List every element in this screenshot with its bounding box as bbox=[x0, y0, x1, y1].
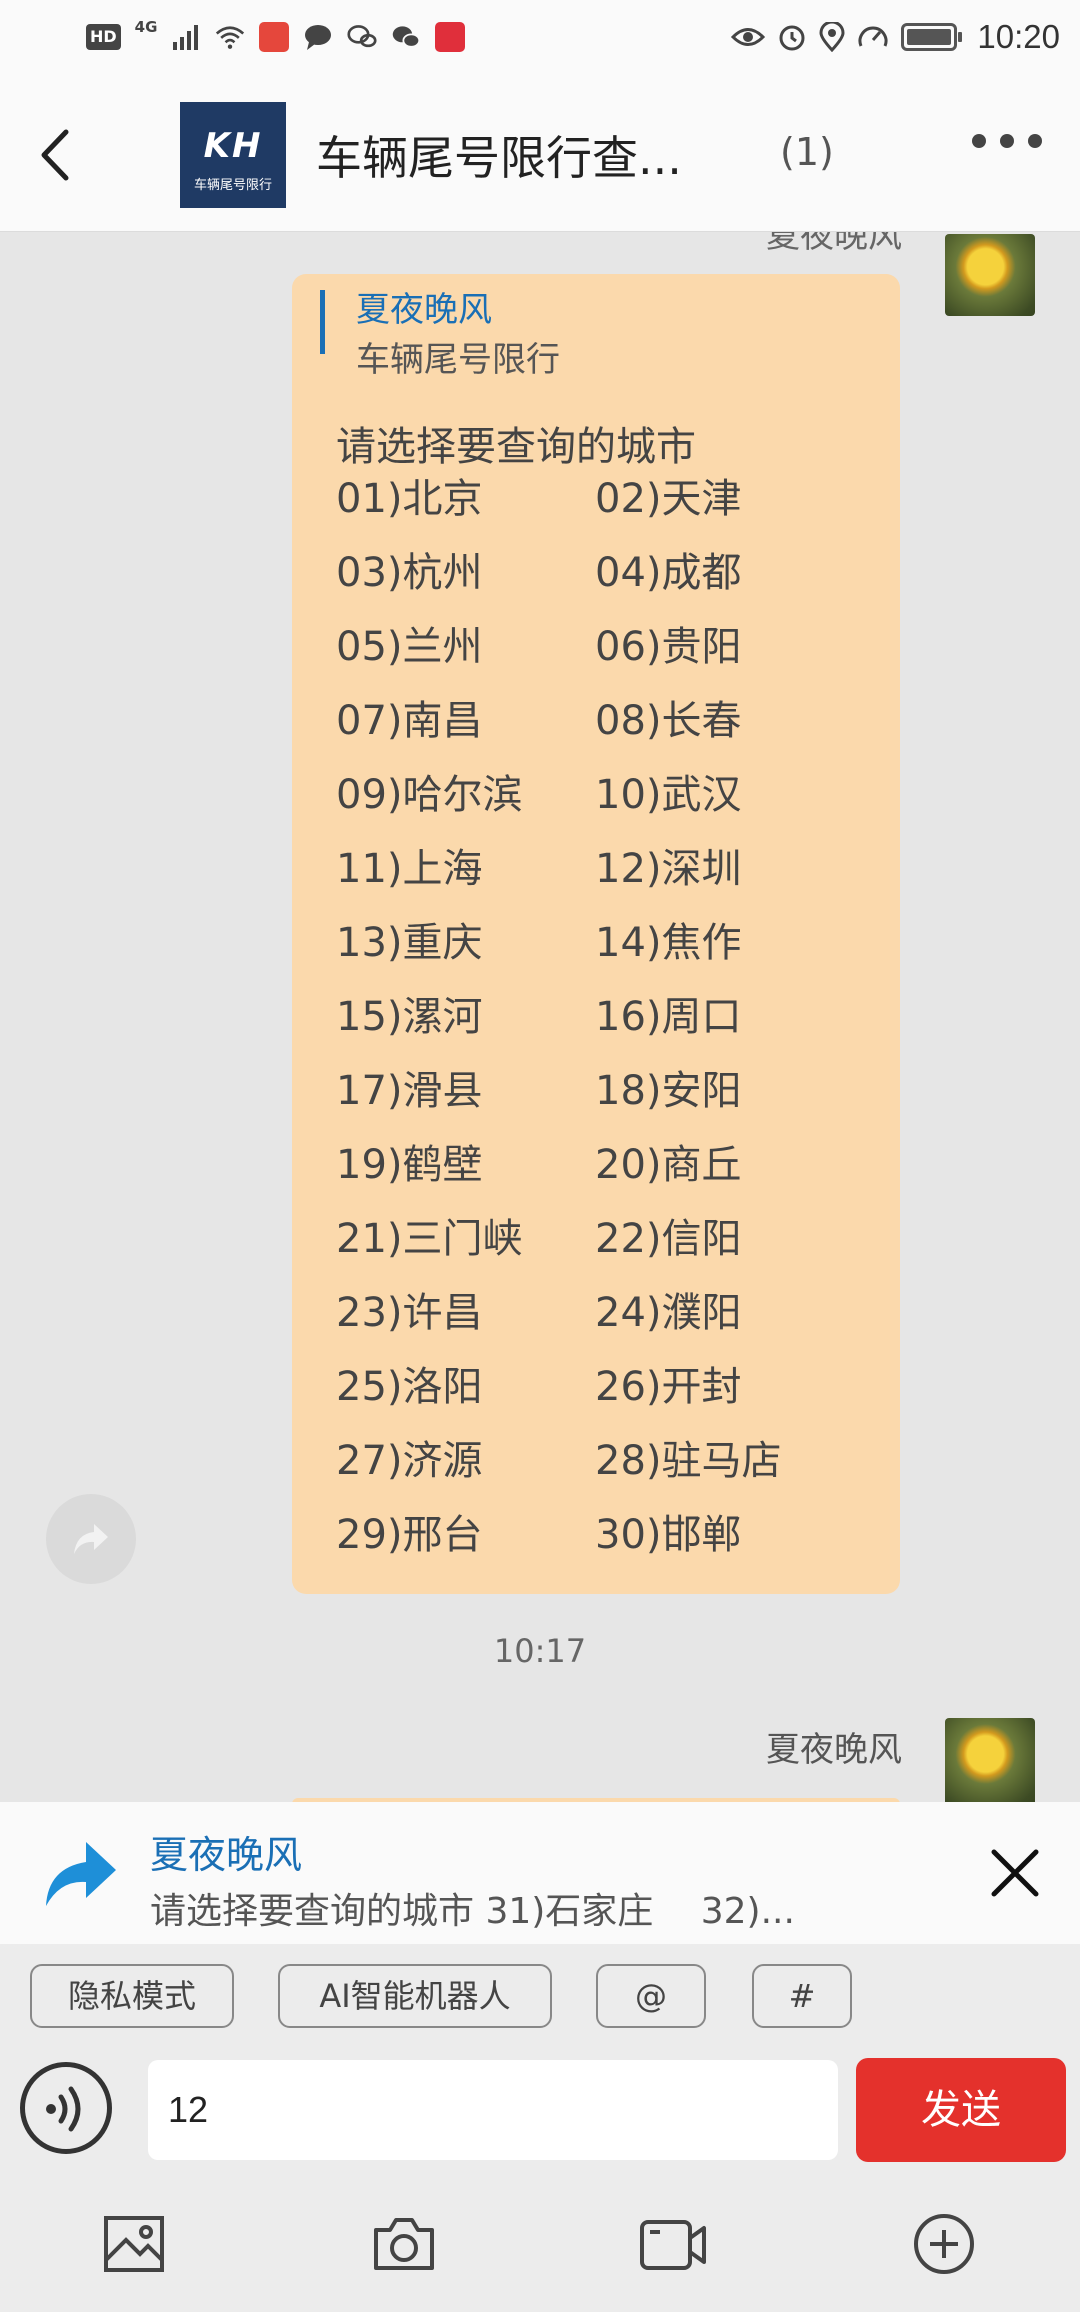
city-item: 26)开封 bbox=[595, 1364, 742, 1410]
city-item: 11)上海 bbox=[336, 846, 483, 892]
eye-icon bbox=[731, 28, 766, 46]
message-timestamp: 10:17 bbox=[493, 1632, 587, 1670]
battery-icon bbox=[901, 23, 963, 51]
chip-privacy-mode[interactable]: 隐私模式 bbox=[30, 1964, 234, 2028]
signal-icon bbox=[173, 25, 199, 50]
back-arrow-icon[interactable] bbox=[22, 120, 92, 190]
city-item: 20)商丘 bbox=[595, 1142, 742, 1188]
city-item: 02)天津 bbox=[595, 476, 742, 522]
camera-icon[interactable] bbox=[368, 2208, 440, 2280]
city-item: 13)重庆 bbox=[336, 920, 483, 966]
input-row: 发送 bbox=[0, 2044, 1080, 2180]
close-icon[interactable] bbox=[988, 1846, 1042, 1900]
avatar[interactable] bbox=[945, 1718, 1035, 1802]
city-item: 18)安阳 bbox=[595, 1068, 742, 1114]
quote-text: 车辆尾号限行 bbox=[356, 340, 560, 380]
city-list: 01)北京 02)天津 03)杭州 04)成都 05)兰州 06)贵阳 07)南… bbox=[336, 462, 876, 1572]
city-item: 14)焦作 bbox=[595, 920, 742, 966]
chip-topic[interactable]: # bbox=[752, 1964, 852, 2028]
app-notification-icon bbox=[259, 22, 290, 52]
city-item: 06)贵阳 bbox=[595, 624, 742, 670]
reply-arrow-icon bbox=[46, 1842, 116, 1906]
city-item: 15)漯河 bbox=[336, 994, 483, 1040]
sender-name: 夏夜晚风 bbox=[766, 1730, 902, 1770]
city-item: 17)滑县 bbox=[336, 1068, 483, 1114]
city-item: 21)三门峡 bbox=[336, 1216, 523, 1262]
avatar[interactable] bbox=[945, 234, 1035, 316]
message-input[interactable] bbox=[148, 2060, 838, 2160]
chat-bubbles-icon bbox=[347, 25, 377, 48]
bottom-toolbar bbox=[0, 2180, 1080, 2312]
quote-name: 夏夜晚风 bbox=[356, 290, 492, 330]
quote-bar bbox=[320, 290, 353, 354]
image-icon[interactable] bbox=[98, 2208, 170, 2280]
city-item: 10)武汉 bbox=[595, 772, 742, 818]
city-item: 24)濮阳 bbox=[595, 1290, 742, 1336]
chip-mention[interactable]: @ bbox=[596, 1964, 706, 2028]
status-right-icons: 10:20 bbox=[731, 18, 1060, 56]
chip-ai-robot[interactable]: AI智能机器人 bbox=[278, 1964, 552, 2028]
city-item: 25)洛阳 bbox=[336, 1364, 483, 1410]
sender-name-cut: 夏夜晚风 bbox=[766, 232, 902, 256]
group-logo[interactable]: KH 车辆尾号限行 bbox=[180, 102, 286, 208]
logo-mark: KH bbox=[203, 126, 263, 166]
more-dots-icon[interactable] bbox=[972, 134, 1042, 148]
city-item: 19)鹤壁 bbox=[336, 1142, 483, 1188]
share-icon[interactable] bbox=[46, 1494, 136, 1584]
plus-icon[interactable] bbox=[908, 2208, 980, 2280]
voice-icon[interactable] bbox=[20, 2062, 112, 2154]
status-time: 10:20 bbox=[977, 18, 1060, 55]
reply-preview: 夏夜晚风 请选择要查询的城市 31)石家庄 32)... bbox=[0, 1802, 1080, 1944]
wifi-icon bbox=[216, 26, 245, 49]
reply-sender-name: 夏夜晚风 bbox=[150, 1833, 303, 1877]
city-item: 12)深圳 bbox=[595, 846, 742, 892]
city-item: 01)北京 bbox=[336, 476, 483, 522]
message-bubble-icon bbox=[305, 25, 332, 50]
city-item: 29)邢台 bbox=[336, 1512, 483, 1558]
city-item: 28)驻马店 bbox=[595, 1438, 782, 1484]
city-item: 23)许昌 bbox=[336, 1290, 483, 1336]
city-item: 22)信阳 bbox=[595, 1216, 742, 1262]
city-item: 03)杭州 bbox=[336, 550, 483, 596]
video-icon[interactable] bbox=[636, 2208, 708, 2280]
location-icon bbox=[819, 22, 845, 52]
status-bar: HD 4G 10:20 bbox=[0, 0, 1080, 80]
hd-badge: HD bbox=[86, 24, 121, 50]
city-item: 09)哈尔滨 bbox=[336, 772, 523, 818]
city-item: 07)南昌 bbox=[336, 698, 483, 744]
city-item: 08)长春 bbox=[595, 698, 742, 744]
quick-chips: 隐私模式 AI智能机器人 @ # bbox=[0, 1944, 1080, 2044]
network-type-label: 4G bbox=[134, 18, 158, 36]
city-item: 05)兰州 bbox=[336, 624, 483, 670]
city-item: 16)周口 bbox=[595, 994, 742, 1040]
chat-area[interactable]: 夏夜晚风 夏夜晚风 车辆尾号限行 请选择要查询的城市 01)北京 02)天津 0… bbox=[0, 232, 1080, 1802]
message-bubble[interactable]: 夏夜晚风 车辆尾号限行 请选择要查询的城市 01)北京 02)天津 03)杭州 … bbox=[292, 274, 900, 1594]
logo-subtitle: 车辆尾号限行 bbox=[193, 178, 272, 193]
city-item: 27)济源 bbox=[336, 1438, 483, 1484]
wechat-icon bbox=[393, 26, 421, 48]
chat-title[interactable]: 车辆尾号限行查... bbox=[316, 122, 682, 188]
city-item: 04)成都 bbox=[595, 550, 742, 596]
alarm-icon bbox=[779, 25, 805, 51]
status-left-icons: HD 4G bbox=[86, 18, 466, 52]
app-notification-icon-2 bbox=[435, 22, 466, 52]
chat-header: KH 车辆尾号限行 车辆尾号限行查... (1) bbox=[0, 80, 1080, 232]
city-item: 30)邯郸 bbox=[595, 1512, 742, 1558]
reply-preview-text: 请选择要查询的城市 31)石家庄 32)... bbox=[150, 1891, 795, 1932]
speed-icon bbox=[858, 26, 888, 47]
send-button[interactable]: 发送 bbox=[856, 2058, 1066, 2162]
member-count: (1) bbox=[780, 130, 834, 174]
